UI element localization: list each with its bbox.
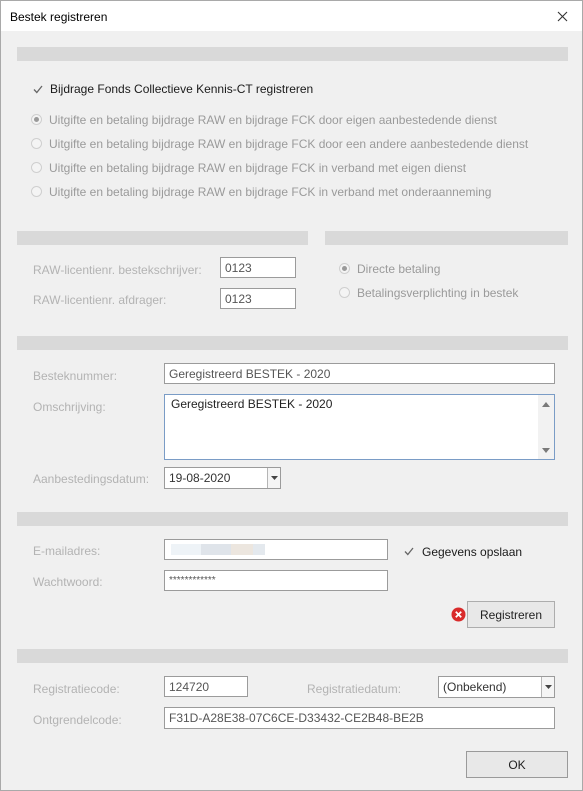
- email-label: E-mailadres:: [33, 544, 101, 558]
- fck-option-4-label: Uitgifte en betaling bijdrage RAW en bij…: [49, 185, 492, 199]
- radio-fck-option-2[interactable]: [31, 138, 42, 149]
- window-title: Bestek registreren: [10, 10, 108, 24]
- fck-option-2-label: Uitgifte en betaling bijdrage RAW en bij…: [49, 137, 529, 151]
- dialog-window: Bestek registreren Bijdrage Fonds Collec…: [0, 0, 583, 791]
- gegevens-opslaan-label: Gegevens opslaan: [422, 545, 523, 559]
- directe-betaling-label: Directe betaling: [357, 262, 441, 276]
- aanbestedingsdatum-value: 19-08-2020: [169, 471, 231, 485]
- ok-button[interactable]: OK: [466, 751, 568, 778]
- section-bar-betaling: [325, 231, 568, 245]
- fck-checkbox[interactable]: [32, 83, 44, 95]
- raw-afdrager-label: RAW-licentienr. afdrager:: [33, 293, 167, 307]
- raw-bestekschrijver-field[interactable]: 0123: [220, 257, 296, 278]
- email-redacted-4: [253, 544, 265, 555]
- email-redacted-3: [231, 544, 253, 555]
- scroll-down-icon[interactable]: [542, 448, 550, 454]
- wachtwoord-label: Wachtwoord:: [33, 575, 103, 589]
- check-icon: [33, 85, 43, 93]
- registratiedatum-dropdown-button[interactable]: [541, 677, 554, 697]
- aanbestedingsdatum-picker[interactable]: 19-08-2020: [164, 467, 281, 489]
- registreren-button[interactable]: Registreren: [467, 601, 555, 628]
- close-icon: [557, 11, 567, 21]
- chevron-down-icon: [270, 476, 278, 480]
- section-bar-bestek: [17, 336, 568, 350]
- date-dropdown-button[interactable]: [267, 468, 280, 488]
- scroll-up-icon[interactable]: [542, 401, 550, 407]
- section-bar-registratie: [17, 649, 568, 663]
- radio-betalingsverplichting[interactable]: [339, 287, 350, 298]
- registratiedatum-value: (Onbekend): [443, 680, 507, 694]
- besteknummer-label: Besteknummer:: [33, 369, 118, 383]
- registratiedatum-select[interactable]: (Onbekend): [438, 676, 555, 698]
- registratiecode-label: Registratiecode:: [33, 682, 120, 696]
- check-icon: [404, 547, 414, 555]
- section-bar-fck: [17, 47, 568, 61]
- ontgrendelcode-field[interactable]: F31D-A28E38-07C6CE-D33432-CE2B48-BE2B: [164, 707, 555, 729]
- fck-checkbox-label: Bijdrage Fonds Collectieve Kennis-CT reg…: [50, 82, 314, 96]
- radio-fck-option-1[interactable]: [31, 114, 42, 125]
- ontgrendelcode-label: Ontgrendelcode:: [33, 713, 122, 727]
- besteknummer-field[interactable]: Geregistreerd BESTEK - 2020: [164, 363, 555, 384]
- section-bar-account: [17, 512, 568, 526]
- close-button[interactable]: [542, 1, 582, 31]
- email-field[interactable]: [164, 539, 388, 560]
- omschrijving-text: Geregistreerd BESTEK - 2020: [171, 397, 333, 411]
- aanbestedingsdatum-label: Aanbestedingsdatum:: [33, 472, 150, 486]
- wachtwoord-field[interactable]: ************: [164, 570, 388, 591]
- radio-directe-betaling[interactable]: [339, 263, 350, 274]
- radio-fck-option-3[interactable]: [31, 162, 42, 173]
- registratiedatum-label: Registratiedatum:: [307, 682, 402, 696]
- omschrijving-scrollbar[interactable]: [538, 395, 554, 459]
- fck-option-1-label: Uitgifte en betaling bijdrage RAW en bij…: [49, 113, 497, 127]
- registratiecode-field[interactable]: 124720: [164, 676, 248, 697]
- omschrijving-label: Omschrijving:: [33, 400, 106, 414]
- omschrijving-textarea[interactable]: Geregistreerd BESTEK - 2020: [164, 394, 555, 460]
- section-bar-raw: [17, 231, 308, 245]
- error-icon: [451, 607, 466, 622]
- gegevens-opslaan-checkbox[interactable]: [403, 545, 415, 557]
- raw-bestekschrijver-label: RAW-licentienr. bestekschrijver:: [33, 263, 202, 277]
- email-redacted-2: [201, 544, 231, 555]
- betalingsverplichting-label: Betalingsverplichting in bestek: [357, 286, 519, 300]
- title-bar: Bestek registreren: [1, 1, 582, 31]
- email-redacted-1: [171, 544, 201, 555]
- fck-option-3-label: Uitgifte en betaling bijdrage RAW en bij…: [49, 161, 467, 175]
- raw-afdrager-field[interactable]: 0123: [220, 288, 296, 309]
- chevron-down-icon: [544, 685, 552, 689]
- radio-fck-option-4[interactable]: [31, 186, 42, 197]
